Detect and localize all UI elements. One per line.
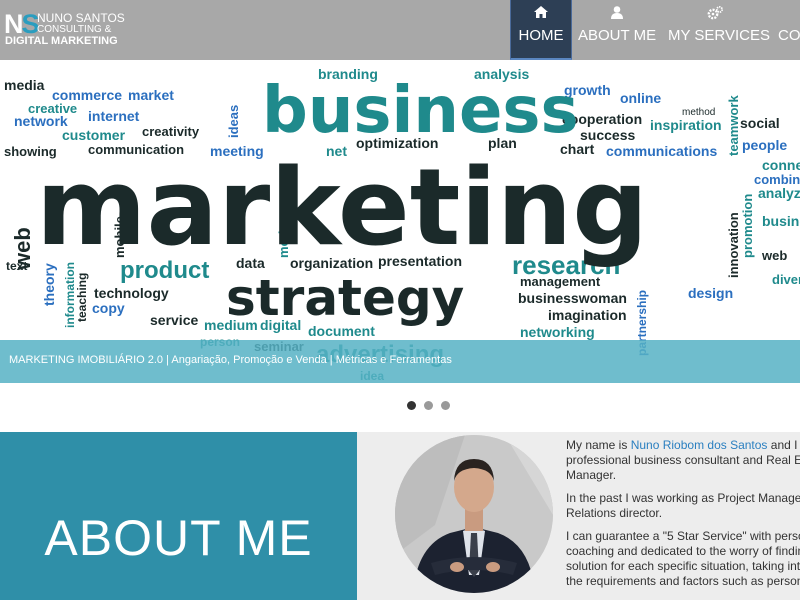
- hero-slider[interactable]: media commerce market creative internet netwo…: [0, 60, 800, 386]
- home-icon: [511, 6, 571, 20]
- wordcloud-word: network: [14, 113, 68, 129]
- wordcloud-word: teaching: [75, 273, 89, 322]
- slide-dot-2[interactable]: [424, 401, 433, 410]
- wordcloud-image: mediacommerce marketcreative internetnetwo…: [4, 66, 800, 383]
- wordcloud-word: market: [128, 87, 174, 103]
- wordcloud-word: inspiration: [650, 117, 722, 133]
- wordcloud-word: web: [761, 248, 787, 263]
- wordcloud-word: diversity: [772, 272, 800, 287]
- logo-subtitle: DIGITAL MARKETING: [5, 35, 118, 47]
- about-bio: My name is Nuno Riobom dos Santos and I …: [566, 438, 800, 597]
- wordcloud-word: copy: [92, 300, 125, 316]
- wordcloud-word-marketing: marketing: [36, 146, 648, 269]
- wordcloud-word: media: [4, 77, 45, 93]
- bio-paragraph-2: In the past I was working as Project Man…: [566, 491, 800, 520]
- wordcloud-word: imagination: [548, 307, 627, 323]
- wordcloud-word: online: [620, 90, 661, 106]
- about-title: ABOUT ME: [44, 510, 313, 566]
- wordcloud-word: ideas: [226, 105, 241, 138]
- wordcloud-word: business: [762, 213, 800, 229]
- envelope-icon: [774, 6, 800, 20]
- slide-dot-3[interactable]: [441, 401, 450, 410]
- wordcloud-word: people: [742, 137, 787, 153]
- nav-label-home: HOME: [518, 27, 564, 44]
- wordcloud-word-business: business: [262, 74, 579, 148]
- wordcloud-word: creativity: [142, 124, 200, 139]
- brand-logo[interactable]: NS NUNO SANTOS CONSULTING & DIGITAL MARK…: [4, 8, 125, 48]
- wordcloud-word: networking: [520, 324, 595, 340]
- slide-dot-1[interactable]: [407, 401, 416, 410]
- gears-icon: [668, 6, 762, 20]
- wordcloud-word: promotion: [740, 194, 755, 258]
- wordcloud-word: social: [740, 115, 780, 131]
- slider-indicators: [0, 386, 800, 426]
- wordcloud-word: service: [150, 312, 198, 328]
- wordcloud-word: technology: [94, 285, 169, 301]
- wordcloud-word: businesswoman: [518, 290, 627, 306]
- wordcloud-word: internet: [88, 108, 140, 124]
- nav-label-my-services: MY SERVICES: [668, 27, 770, 44]
- wordcloud-word: theory: [41, 263, 57, 306]
- wordcloud-word: analyze: [758, 185, 800, 201]
- about-content-panel: My name is Nuno Riobom dos Santos and I …: [357, 432, 800, 600]
- wordcloud-word: customer: [62, 127, 126, 143]
- wordcloud-word: teamwork: [726, 95, 741, 156]
- profile-avatar: [395, 435, 553, 593]
- wordcloud-word: design: [688, 285, 733, 301]
- slide-caption: MARKETING IMOBILIÁRIO 2.0 | Angariação, …: [9, 354, 452, 366]
- wordcloud-word: text: [6, 259, 27, 273]
- wordcloud-word: management: [520, 274, 601, 289]
- wordcloud-word: connection: [762, 157, 800, 173]
- bio-name-link[interactable]: Nuno Riobom dos Santos: [631, 438, 768, 452]
- top-navbar: NS NUNO SANTOS CONSULTING & DIGITAL MARK…: [0, 0, 800, 60]
- wordcloud-word: innovation: [726, 212, 741, 278]
- wordcloud-word-strategy: strategy: [226, 269, 464, 327]
- nav-item-my-services[interactable]: MY SERVICES: [668, 0, 770, 60]
- logo-name: NUNO SANTOS: [37, 11, 125, 25]
- slide-caption-bar: MARKETING IMOBILIÁRIO 2.0 | Angariação, …: [0, 340, 800, 383]
- about-heading-panel: ABOUT ME: [0, 432, 357, 600]
- logo-mark: NS: [4, 9, 40, 39]
- nav-label-about-me: ABOUT ME: [578, 27, 657, 44]
- bio-paragraph-3: I can guarantee a "5 Star Service" with …: [566, 529, 800, 588]
- nav-item-home[interactable]: HOME: [510, 0, 572, 60]
- nav-item-contact[interactable]: CO: [774, 0, 800, 60]
- nav-item-about-me[interactable]: ABOUT ME: [578, 0, 656, 60]
- logo-tagline: CONSULTING &: [37, 24, 112, 35]
- nav-label-contact: CO: [778, 27, 800, 44]
- user-icon: [578, 6, 656, 20]
- bio-paragraph-1: My name is Nuno Riobom dos Santos and I …: [566, 438, 800, 482]
